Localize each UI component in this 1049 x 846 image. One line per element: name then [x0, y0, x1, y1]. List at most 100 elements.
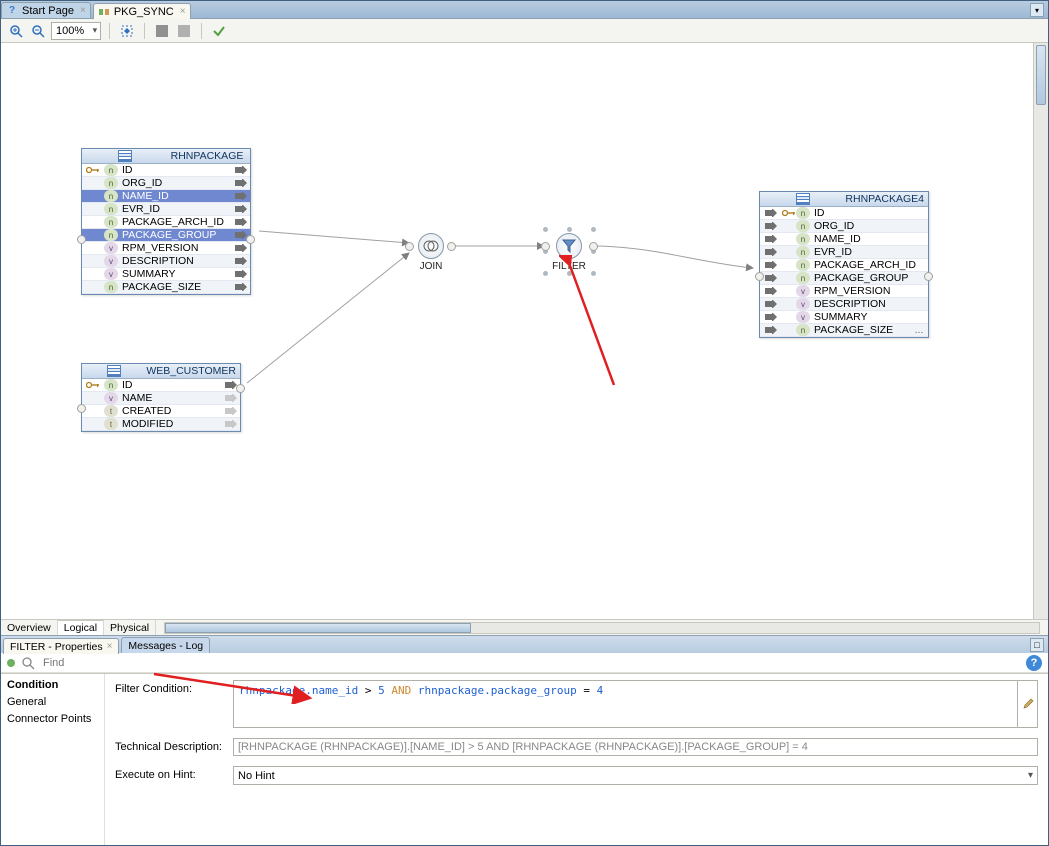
category-condition[interactable]: Condition: [7, 678, 98, 692]
column-name: ORG_ID: [122, 177, 232, 189]
column-name: RPM_VERSION: [814, 285, 928, 297]
column-row[interactable]: nEVR_ID: [82, 203, 250, 216]
column-name: PACKAGE_ARCH_ID: [122, 216, 232, 228]
view-tab-overview[interactable]: Overview: [1, 620, 58, 635]
column-row[interactable]: nORG_ID: [82, 177, 250, 190]
tab-pkg-sync[interactable]: PKG_SYNC ×: [93, 3, 191, 19]
column-name: PACKAGE_GROUP: [122, 229, 232, 241]
datatype-icon: n: [104, 281, 118, 293]
column-row[interactable]: vSUMMARY: [760, 311, 928, 324]
find-input[interactable]: [41, 655, 1020, 671]
datatype-icon: n: [796, 324, 810, 336]
column-row[interactable]: tCREATED: [82, 405, 240, 418]
validate-button[interactable]: [210, 22, 228, 40]
column-row[interactable]: nNAME_ID: [82, 190, 250, 203]
execute-on-hint-select[interactable]: No Hint: [233, 766, 1038, 785]
column-row[interactable]: nPACKAGE_GROUP: [82, 229, 250, 242]
input-port[interactable]: [755, 272, 764, 281]
column-row[interactable]: nNAME_ID: [760, 233, 928, 246]
mapping-canvas[interactable]: RHNPACKAGE nIDnORG_IDnNAME_IDnEVR_IDnPAC…: [1, 43, 1048, 619]
output-arrow-icon: [232, 283, 250, 291]
input-arrow-icon: [760, 235, 782, 243]
close-icon[interactable]: ×: [180, 6, 186, 17]
datatype-icon: n: [104, 190, 118, 202]
column-row[interactable]: nPACKAGE_SIZE: [82, 281, 250, 294]
column-row[interactable]: v NAME: [82, 392, 240, 405]
source-table-web-customer[interactable]: WEB_CUSTOMER nIDv NAMEtCREATEDtMODIFIED: [81, 363, 241, 432]
output-port[interactable]: [246, 235, 255, 244]
output-port[interactable]: [236, 384, 245, 393]
column-row[interactable]: nID: [82, 379, 240, 392]
column-row[interactable]: nPACKAGE_SIZE...: [760, 324, 928, 337]
horizontal-scrollbar[interactable]: [164, 622, 1040, 634]
tab-list-dropdown[interactable]: ▾: [1030, 3, 1044, 17]
column-row[interactable]: nPACKAGE_ARCH_ID: [82, 216, 250, 229]
filter-operator[interactable]: FILTER: [549, 233, 589, 272]
zoom-level-select[interactable]: 100%: [51, 22, 101, 40]
view-tab-physical[interactable]: Physical: [104, 620, 156, 635]
help-button[interactable]: ?: [1026, 655, 1042, 671]
column-row[interactable]: nPACKAGE_GROUP: [760, 272, 928, 285]
panel-tab-messages-log[interactable]: Messages - Log: [121, 637, 210, 653]
category-connector-points[interactable]: Connector Points: [7, 712, 98, 726]
output-arrow-icon: [222, 407, 240, 415]
restore-panel-button[interactable]: □: [1030, 638, 1044, 652]
close-icon[interactable]: ×: [80, 5, 86, 16]
datatype-icon: v: [796, 298, 810, 310]
tab-label: Start Page: [22, 5, 74, 17]
expression-editor-button[interactable]: [1018, 680, 1038, 728]
input-port[interactable]: [77, 235, 86, 244]
zoom-in-button[interactable]: [7, 22, 25, 40]
column-row[interactable]: tMODIFIED: [82, 418, 240, 431]
expand-all-button[interactable]: [153, 22, 171, 40]
column-row[interactable]: vDESCRIPTION: [82, 255, 250, 268]
column-name: NAME_ID: [814, 233, 928, 245]
scrollbar-thumb[interactable]: [165, 623, 471, 633]
column-row[interactable]: vRPM_VERSION: [82, 242, 250, 255]
datatype-icon: v: [796, 311, 810, 323]
table-icon: [86, 150, 164, 162]
tab-label: FILTER - Properties: [10, 641, 103, 653]
filter-output-port[interactable]: [589, 242, 598, 251]
column-row[interactable]: vDESCRIPTION: [760, 298, 928, 311]
join-operator[interactable]: JOIN: [411, 233, 451, 272]
close-icon[interactable]: ×: [107, 641, 113, 652]
output-port[interactable]: [924, 272, 933, 281]
filter-input-port[interactable]: [541, 242, 550, 251]
search-icon: [21, 656, 35, 670]
tab-start-page[interactable]: ? Start Page ×: [1, 2, 91, 18]
output-arrow-icon: [222, 420, 240, 428]
collapse-all-button[interactable]: [175, 22, 193, 40]
column-row[interactable]: nID: [82, 164, 250, 177]
column-row[interactable]: nORG_ID: [760, 220, 928, 233]
properties-panel: Condition General Connector Points Filte…: [1, 673, 1048, 845]
column-name: NAME: [122, 392, 222, 404]
more-indicator[interactable]: ...: [910, 324, 928, 336]
column-row[interactable]: nID: [760, 207, 928, 220]
datatype-icon: n: [796, 259, 810, 271]
input-arrow-icon: [760, 326, 782, 334]
scrollbar-thumb[interactable]: [1036, 45, 1046, 105]
tab-label: PKG_SYNC: [114, 6, 174, 18]
category-general[interactable]: General: [7, 695, 98, 709]
datatype-icon: v: [104, 392, 118, 404]
output-arrow-icon: [232, 270, 250, 278]
column-row[interactable]: vRPM_VERSION: [760, 285, 928, 298]
view-tab-logical[interactable]: Logical: [58, 620, 104, 635]
target-table-rhnpackage4[interactable]: RHNPACKAGE4 nIDnORG_IDnNAME_IDnEVR_IDnPA…: [759, 191, 929, 338]
input-arrow-icon: [760, 222, 782, 230]
join-output-port[interactable]: [447, 242, 456, 251]
filter-condition-editor[interactable]: rhnpackage.name_id > 5 AND rhnpackage.pa…: [233, 680, 1018, 728]
column-row[interactable]: vSUMMARY: [82, 268, 250, 281]
column-row[interactable]: nPACKAGE_ARCH_ID: [760, 259, 928, 272]
datatype-icon: n: [104, 164, 118, 176]
column-row[interactable]: nEVR_ID: [760, 246, 928, 259]
input-port[interactable]: [77, 404, 86, 413]
panel-tab-filter-properties[interactable]: FILTER - Properties ×: [3, 638, 119, 654]
table-title: WEB_CUSTOMER: [146, 365, 236, 377]
join-input-port[interactable]: [405, 242, 414, 251]
vertical-scrollbar[interactable]: [1033, 43, 1048, 619]
zoom-out-button[interactable]: [29, 22, 47, 40]
source-table-rhnpackage[interactable]: RHNPACKAGE nIDnORG_IDnNAME_IDnEVR_IDnPAC…: [81, 148, 251, 295]
fit-to-window-button[interactable]: [118, 22, 136, 40]
